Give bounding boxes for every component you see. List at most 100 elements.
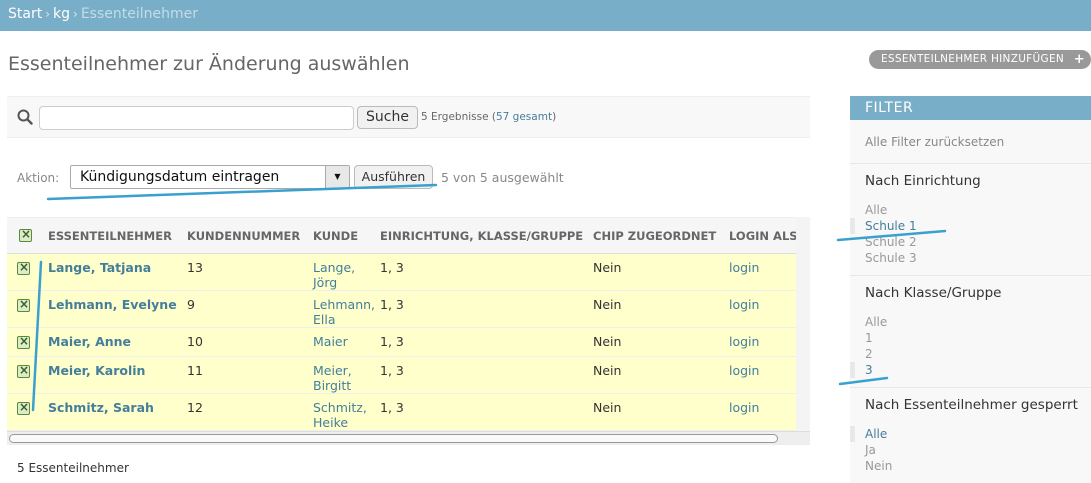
filter-option[interactable]: 2 bbox=[850, 346, 1091, 362]
chip-cell: Nein bbox=[585, 356, 721, 394]
login-link[interactable]: login bbox=[729, 334, 759, 349]
number-cell: 13 bbox=[179, 253, 305, 291]
row-checkbox[interactable] bbox=[17, 363, 30, 378]
login-link[interactable]: login bbox=[729, 400, 759, 415]
customer-line: Lange, bbox=[313, 260, 356, 275]
breadcrumb-app-link[interactable]: kg bbox=[53, 6, 70, 22]
column-header[interactable]: CHIP ZUGEORDNET bbox=[585, 217, 721, 254]
column-header[interactable]: LOGIN ALS bbox=[721, 217, 796, 254]
filter-title: FILTER bbox=[850, 96, 1091, 120]
filter-option[interactable]: Alle bbox=[850, 202, 1091, 218]
group-cell: 1, 3 bbox=[372, 356, 585, 394]
row-checkbox[interactable] bbox=[17, 334, 30, 349]
table-row: Schmitz, Sarah 12 Schmitz,Heike 1, 3 Nei… bbox=[7, 393, 796, 431]
search-button[interactable]: Suche bbox=[357, 106, 418, 129]
login-link[interactable]: login bbox=[729, 297, 759, 312]
row-select-cell bbox=[7, 393, 40, 431]
filter-section-title: Nach Klasse/Gruppe bbox=[865, 285, 1002, 301]
customer-link[interactable]: Schmitz, Heike bbox=[313, 400, 367, 430]
filter-option[interactable]: 1 bbox=[850, 330, 1091, 346]
login-cell: login bbox=[721, 253, 796, 291]
filter-option[interactable]: Schule 3 bbox=[850, 250, 1091, 266]
customer-link[interactable]: Meier, Birgitt bbox=[313, 363, 352, 393]
column-header[interactable]: KUNDE bbox=[305, 217, 372, 254]
row-checkbox[interactable] bbox=[17, 297, 30, 312]
breadcrumb: Start › kg › Essenteilnehmer bbox=[0, 0, 1091, 31]
row-select-cell bbox=[7, 327, 40, 357]
column-header[interactable]: ESSENTEILNEHMER bbox=[40, 217, 179, 254]
filter-option-selected[interactable]: Schule 1 bbox=[850, 218, 1091, 234]
chip-cell: Nein bbox=[585, 290, 721, 328]
breadcrumb-home-link[interactable]: Start bbox=[8, 6, 42, 22]
essenteilnehmer-link[interactable]: Lange, Tatjana bbox=[48, 260, 151, 275]
filter-option[interactable]: Ja bbox=[850, 442, 1091, 458]
add-button-label: ESSENTEILNEHMER HINZUFÜGEN bbox=[881, 53, 1065, 65]
add-essenteilnehmer-button[interactable]: ESSENTEILNEHMER HINZUFÜGEN + bbox=[869, 50, 1091, 69]
filter-option-selected[interactable]: Alle bbox=[850, 426, 1091, 442]
plus-icon: + bbox=[1073, 52, 1085, 67]
essenteilnehmer-link[interactable]: Schmitz, Sarah bbox=[48, 400, 154, 415]
login-cell: login bbox=[721, 393, 796, 431]
table-row: Maier, Anne 10 Maier 1, 3 Nein login bbox=[7, 327, 796, 357]
filter-section-title: Nach Einrichtung bbox=[865, 173, 981, 189]
search-icon bbox=[17, 109, 33, 125]
table-row: Lange, Tatjana 13 Lange,Jörg 1, 3 Nein l… bbox=[7, 253, 796, 291]
show-all-link[interactable]: 57 gesamt bbox=[496, 111, 552, 123]
filter-section-title: Nach Essenteilnehmer gesperrt bbox=[865, 397, 1078, 413]
scrollbar-thumb[interactable] bbox=[9, 434, 778, 443]
row-select-cell bbox=[7, 290, 40, 328]
dropdown-arrow-icon[interactable]: ▼ bbox=[325, 166, 349, 188]
customer-link[interactable]: Maier bbox=[313, 334, 348, 349]
name-cell: Lehmann, Evelyne bbox=[40, 290, 179, 328]
essenteilnehmer-link[interactable]: Lehmann, Evelyne bbox=[48, 297, 177, 312]
essenteilnehmer-link[interactable]: Meier, Karolin bbox=[48, 363, 145, 378]
breadcrumb-separator: › bbox=[45, 7, 51, 21]
select-all-header bbox=[7, 217, 40, 254]
number-cell: 9 bbox=[179, 290, 305, 328]
run-action-button[interactable]: Ausführen bbox=[354, 165, 433, 189]
login-link[interactable]: login bbox=[729, 363, 759, 378]
essenteilnehmer-link[interactable]: Maier, Anne bbox=[48, 334, 131, 349]
action-label: Aktion: bbox=[17, 171, 60, 185]
table-row: Meier, Karolin 11 Meier,Birgitt 1, 3 Nei… bbox=[7, 356, 796, 394]
customer-link[interactable]: Lange, Jörg bbox=[313, 260, 355, 290]
customer-cell: Maier bbox=[305, 327, 372, 357]
row-select-cell bbox=[7, 356, 40, 394]
filter-option[interactable]: Schule 2 bbox=[850, 234, 1091, 250]
chip-cell: Nein bbox=[585, 253, 721, 291]
table-row: Lehmann, Evelyne 9 Lehmann,Ella 1, 3 Nei… bbox=[7, 290, 796, 328]
result-count: 5 Essenteilnehmer bbox=[17, 461, 129, 475]
customer-cell: Meier, Birgitt bbox=[305, 356, 372, 394]
breadcrumb-separator: › bbox=[73, 7, 78, 21]
customer-link[interactable]: Lehmann, Ella bbox=[313, 297, 375, 327]
search-input[interactable] bbox=[39, 106, 354, 130]
action-select[interactable]: Kündigungsdatum eintragen ▼ bbox=[70, 165, 350, 189]
customer-line: Jörg bbox=[313, 275, 338, 290]
horizontal-scrollbar[interactable] bbox=[7, 431, 810, 445]
breadcrumb-current: Essenteilnehmer bbox=[80, 6, 198, 22]
group-cell: 1, 3 bbox=[372, 253, 585, 291]
customer-line: Ella bbox=[313, 312, 336, 327]
chip-cell: Nein bbox=[585, 393, 721, 431]
login-link[interactable]: login bbox=[729, 260, 759, 275]
name-cell: Maier, Anne bbox=[40, 327, 179, 357]
selected-count: 5 von 5 ausgewählt bbox=[441, 170, 564, 185]
customer-line: Schmitz, bbox=[313, 400, 367, 415]
results-table-container: ESSENTEILNEHMER KUNDENNUMMER KUNDE EINRI… bbox=[7, 217, 796, 431]
page-title: Essenteilnehmer zur Änderung auswählen bbox=[8, 53, 410, 75]
filter-option-selected[interactable]: 3 bbox=[850, 362, 1091, 378]
filter-option[interactable]: Nein bbox=[850, 458, 1091, 474]
column-header[interactable]: EINRICHTUNG, KLASSE/GRUPPE bbox=[372, 217, 585, 254]
select-all-checkbox[interactable] bbox=[19, 227, 32, 242]
number-cell: 11 bbox=[179, 356, 305, 394]
chip-cell: Nein bbox=[585, 327, 721, 357]
filter-option[interactable]: Alle bbox=[850, 314, 1091, 330]
column-header[interactable]: KUNDENNUMMER bbox=[179, 217, 305, 254]
group-cell: 1, 3 bbox=[372, 290, 585, 328]
login-cell: login bbox=[721, 290, 796, 328]
row-checkbox[interactable] bbox=[17, 400, 30, 415]
vertical-scrollbar[interactable] bbox=[796, 217, 810, 431]
reset-filters-link[interactable]: Alle Filter zurücksetzen bbox=[850, 120, 1091, 164]
search-toolbar: Suche 5 Ergebnisse (57 gesamt) bbox=[7, 96, 810, 138]
row-checkbox[interactable] bbox=[17, 260, 30, 275]
